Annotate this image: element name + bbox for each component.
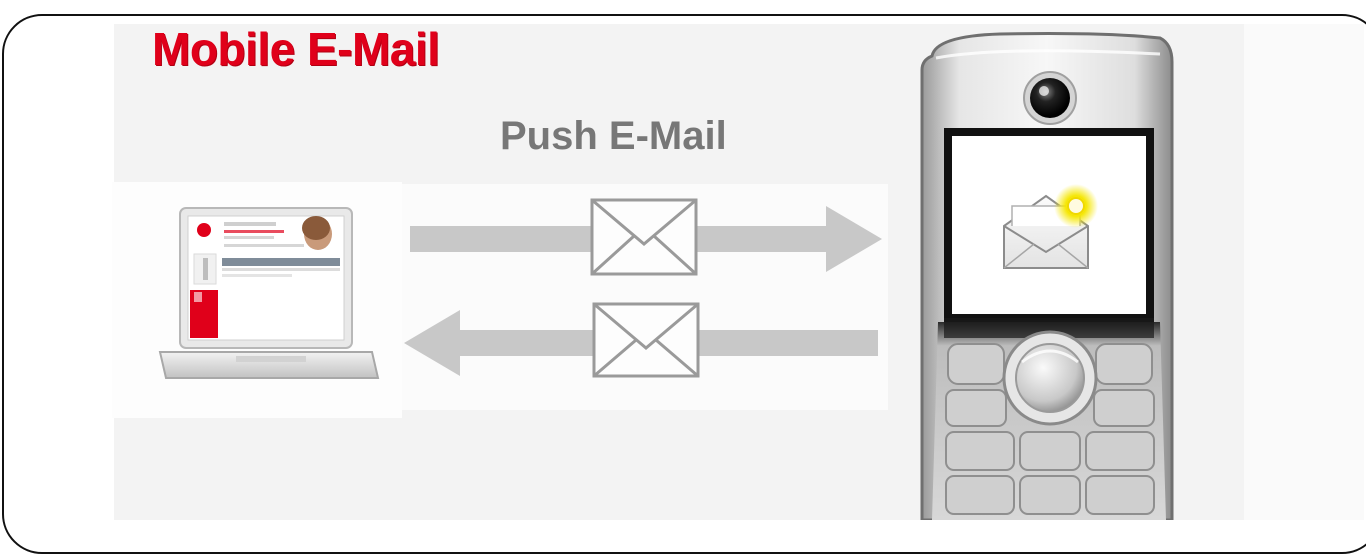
mobile-phone-icon <box>920 32 1174 520</box>
envelope-icon <box>590 198 698 276</box>
envelope-icon <box>592 302 700 378</box>
laptop-icon <box>158 207 380 379</box>
diagram-graphics <box>158 32 1174 520</box>
